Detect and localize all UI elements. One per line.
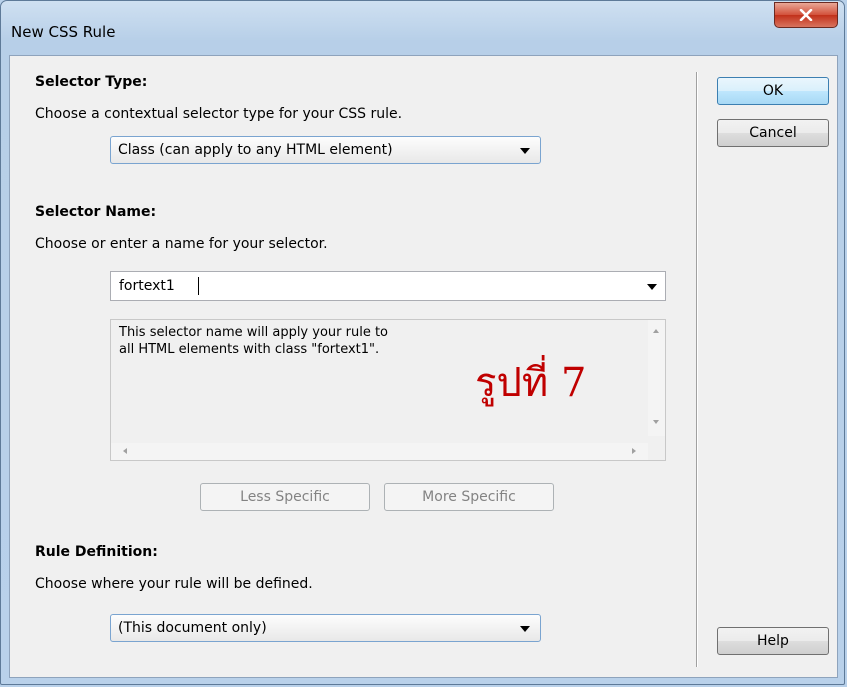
chevron-down-icon[interactable]	[647, 284, 657, 290]
scroll-down-arrow-icon[interactable]	[653, 420, 659, 424]
vertical-divider	[696, 72, 698, 667]
selector-name-heading: Selector Name:	[35, 204, 157, 220]
selector-name-description: Choose or enter a name for your selector…	[35, 236, 328, 252]
selector-description-box: This selector name will apply your rule …	[110, 319, 666, 461]
chevron-down-icon	[520, 626, 530, 632]
more-specific-button[interactable]: More Specific	[384, 483, 554, 511]
help-button[interactable]: Help	[717, 627, 829, 655]
selector-type-heading: Selector Type:	[35, 74, 148, 90]
vertical-scrollbar[interactable]	[648, 320, 665, 436]
selector-name-value: fortext1	[119, 278, 175, 294]
cancel-button[interactable]: Cancel	[717, 119, 829, 147]
close-button[interactable]	[774, 2, 838, 28]
scroll-left-arrow-icon[interactable]	[123, 448, 127, 454]
ok-button[interactable]: OK	[717, 77, 829, 105]
rule-definition-select[interactable]: (This document only)	[110, 614, 541, 642]
scroll-corner	[648, 443, 665, 460]
chevron-down-icon	[520, 148, 530, 154]
title-bar: New CSS Rule	[1, 1, 844, 55]
window-title: New CSS Rule	[11, 23, 116, 41]
text-caret	[198, 277, 199, 295]
selector-type-value: Class (can apply to any HTML element)	[118, 142, 393, 158]
selector-type-select[interactable]: Class (can apply to any HTML element)	[110, 136, 541, 164]
rule-definition-heading: Rule Definition:	[35, 544, 158, 560]
selector-description-line-1: This selector name will apply your rule …	[119, 325, 389, 340]
figure-annotation: รูปที่ 7	[475, 360, 587, 406]
scroll-up-arrow-icon[interactable]	[653, 329, 659, 333]
close-x-icon	[799, 9, 813, 21]
dialog-content: Selector Type: Choose a contextual selec…	[9, 55, 838, 678]
rule-definition-description: Choose where your rule will be defined.	[35, 576, 313, 592]
horizontal-scrollbar[interactable]	[111, 443, 648, 460]
selector-description-line-2: all HTML elements with class "fortext1".	[119, 342, 380, 357]
selector-description-text: This selector name will apply your rule …	[119, 324, 388, 358]
new-css-rule-dialog: New CSS Rule Selector Type: Choose a con…	[0, 0, 845, 685]
rule-definition-value: (This document only)	[118, 620, 267, 636]
scroll-right-arrow-icon[interactable]	[632, 448, 636, 454]
less-specific-button[interactable]: Less Specific	[200, 483, 370, 511]
selector-type-description: Choose a contextual selector type for yo…	[35, 106, 403, 122]
selector-name-input[interactable]: fortext1	[110, 271, 666, 301]
